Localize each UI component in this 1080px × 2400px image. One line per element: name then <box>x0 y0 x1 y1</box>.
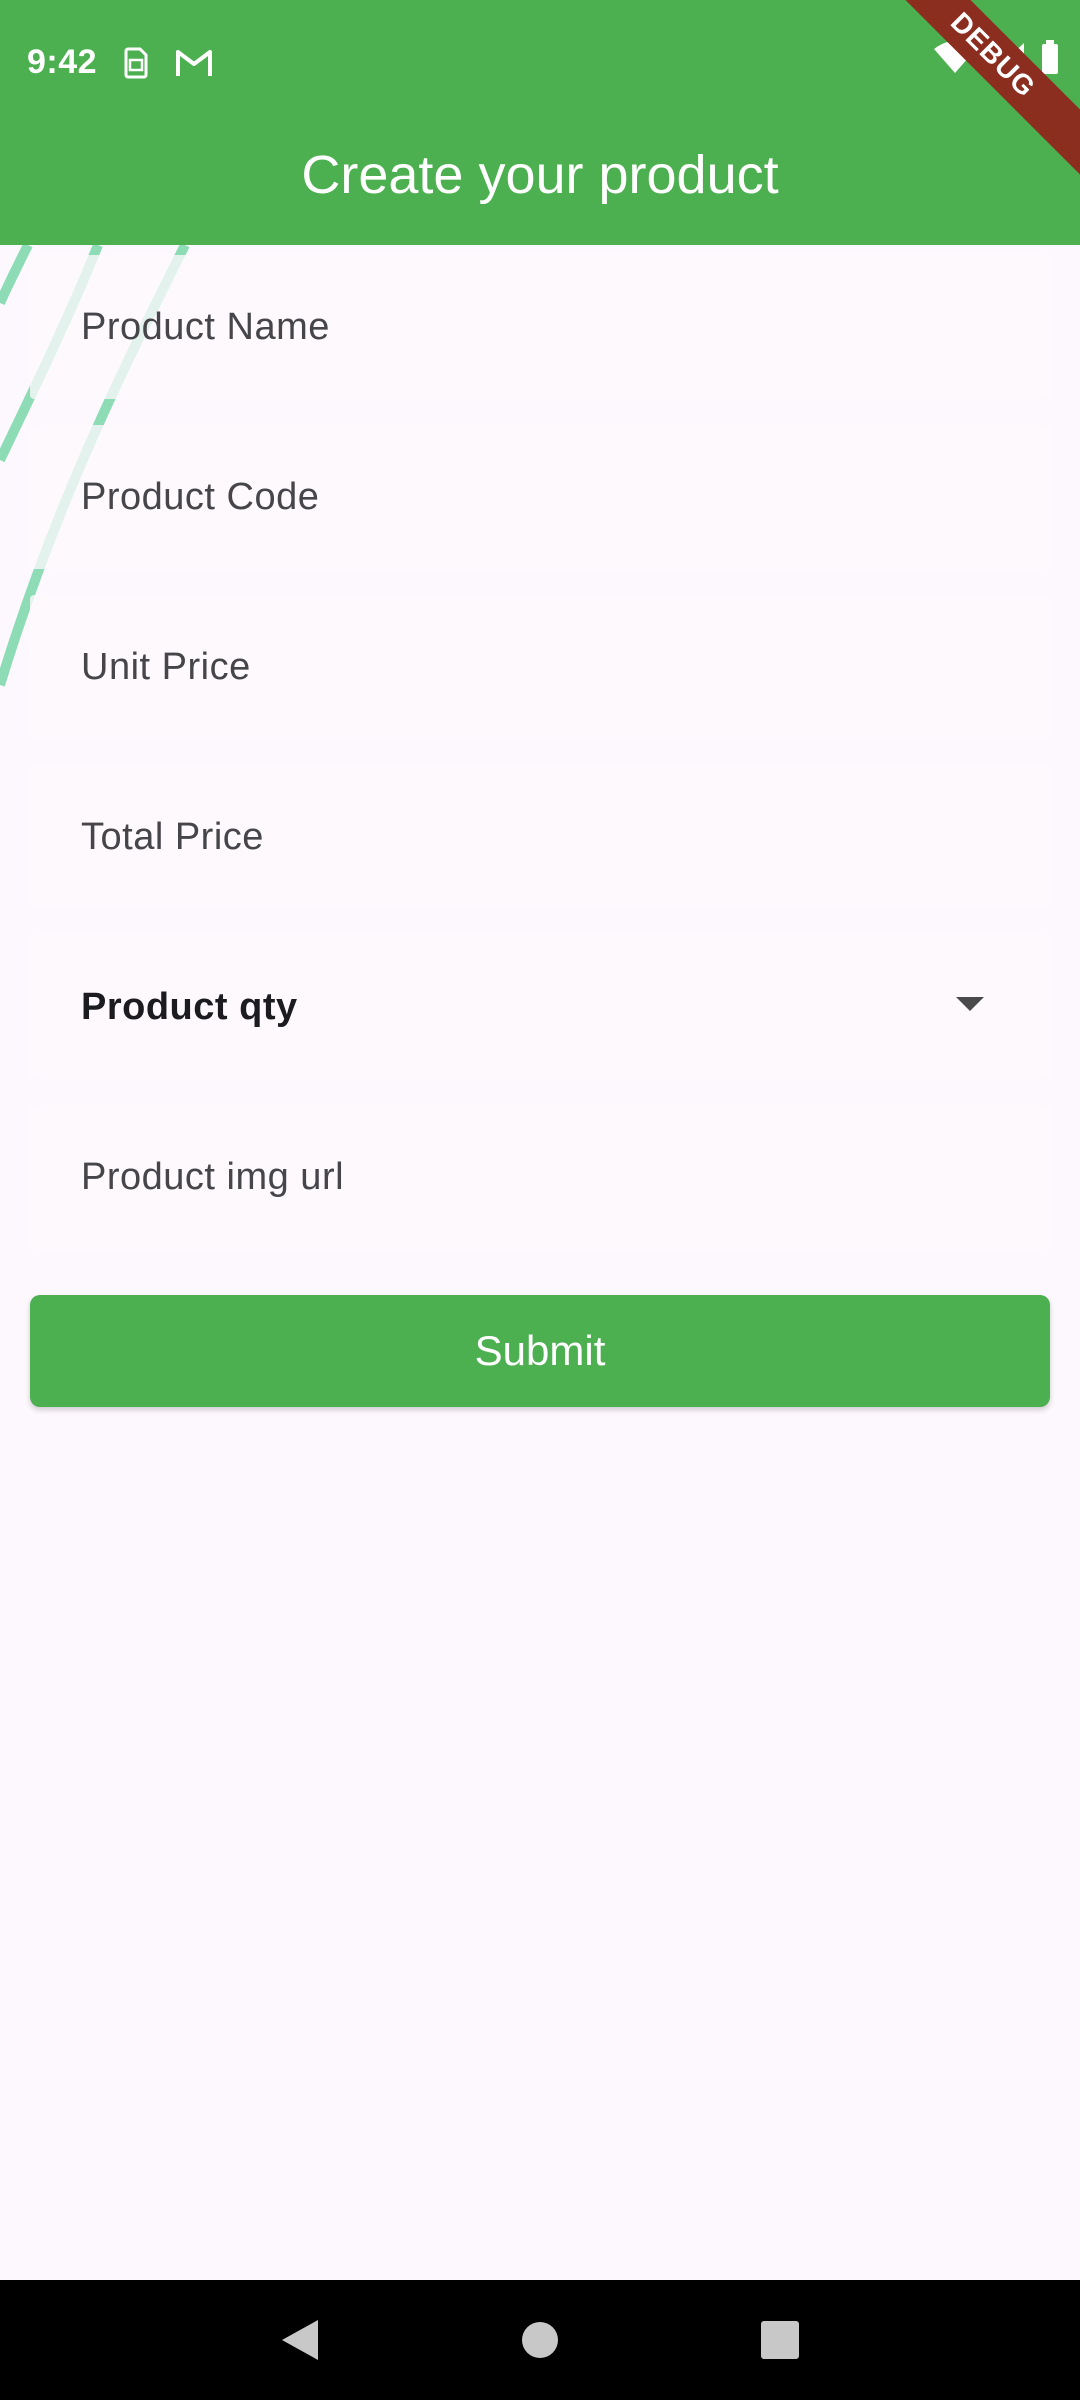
status-bar: 9:42 <box>0 0 1080 125</box>
sim-card-icon <box>123 47 149 79</box>
status-time: 9:42 <box>27 43 98 81</box>
recents-icon[interactable] <box>740 2300 820 2380</box>
unit-price-field[interactable]: Unit Price <box>30 595 1050 739</box>
gmail-icon <box>175 48 213 78</box>
product-img-url-label: Product img url <box>81 1155 345 1198</box>
product-name-field[interactable]: Product Name <box>30 255 1050 399</box>
home-icon[interactable] <box>500 2300 580 2380</box>
total-price-field[interactable]: Total Price <box>30 765 1050 909</box>
product-code-field[interactable]: Product Code <box>30 425 1050 569</box>
product-qty-label: Product qty <box>81 985 298 1028</box>
unit-price-label: Unit Price <box>81 645 251 688</box>
system-nav-bar <box>0 2280 1080 2400</box>
product-img-url-field[interactable]: Product img url <box>30 1105 1050 1249</box>
back-icon[interactable] <box>260 2300 340 2380</box>
product-code-label: Product Code <box>81 475 320 518</box>
submit-button[interactable]: Submit <box>30 1295 1050 1407</box>
product-name-label: Product Name <box>81 305 330 348</box>
product-qty-dropdown[interactable]: Product qty <box>30 935 1050 1079</box>
page-title: Create your product <box>301 145 779 205</box>
total-price-label: Total Price <box>81 815 264 858</box>
app-bar: 9:42 Create your product DEBUG <box>0 0 1080 245</box>
chevron-down-icon <box>956 997 984 1018</box>
